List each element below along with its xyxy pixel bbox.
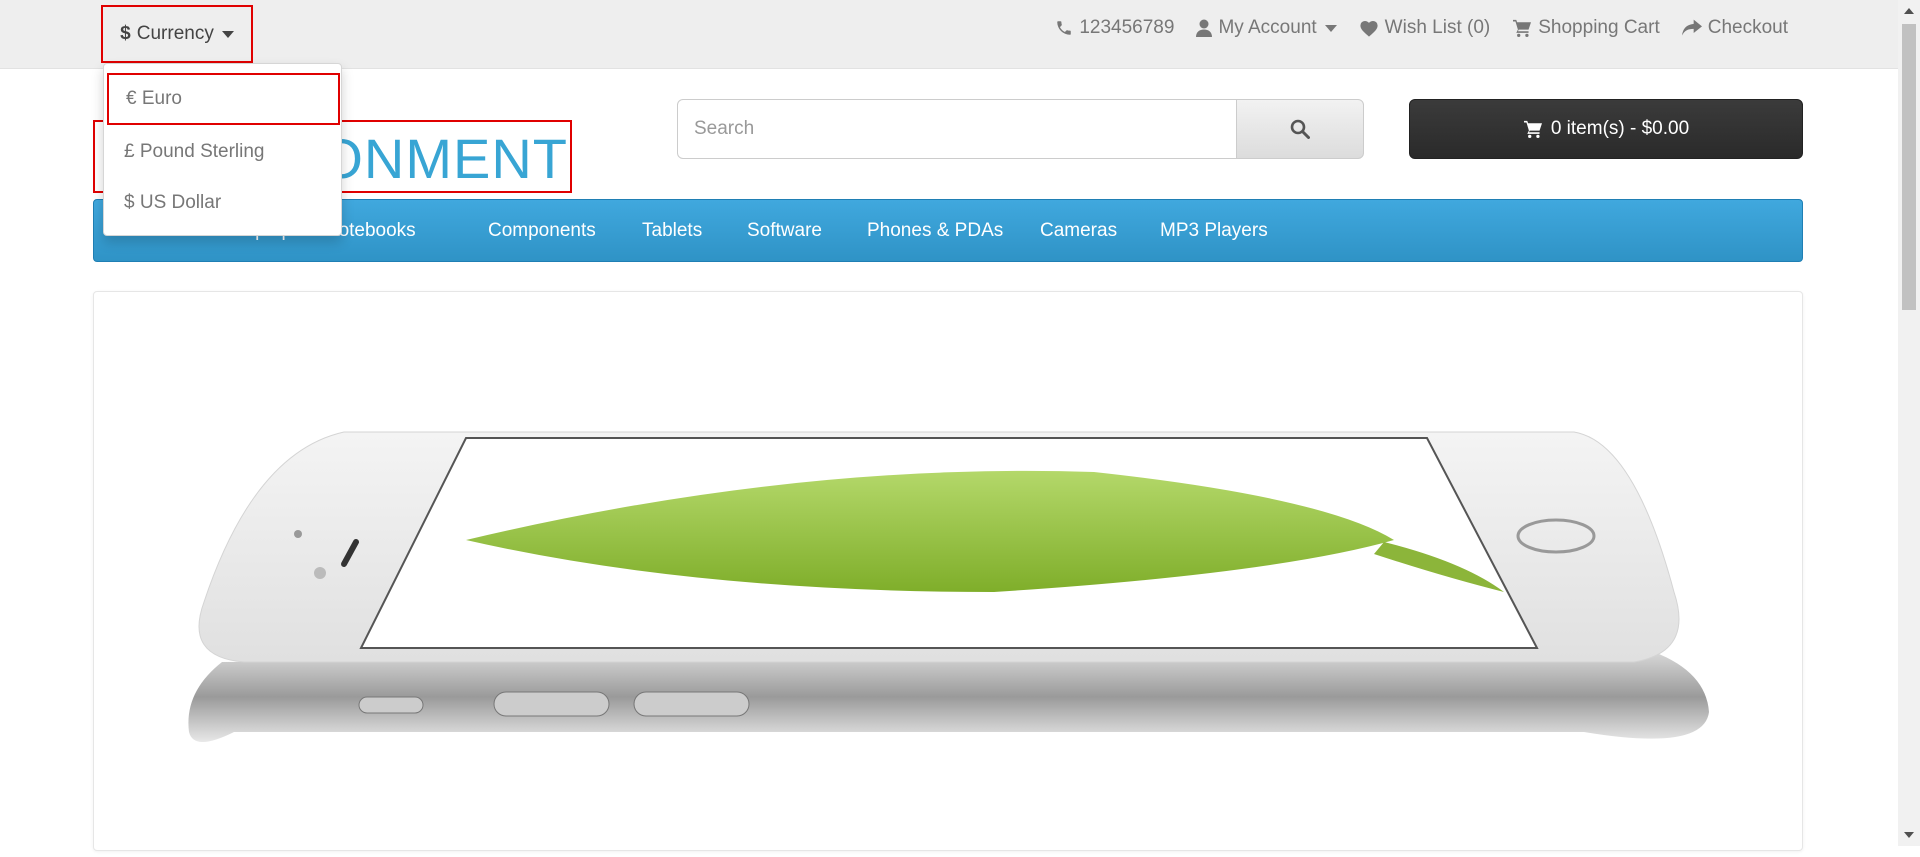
currency-option-euro[interactable]: € Euro [107, 73, 340, 125]
wish-list-link[interactable]: Wish List (0) [1359, 17, 1491, 39]
nav-item-software[interactable]: Software [747, 220, 822, 242]
phone-icon [1057, 21, 1072, 35]
nav-item-mp3-players[interactable]: MP3 Players [1160, 220, 1268, 242]
currency-dropdown-button[interactable]: $ Currency [101, 5, 253, 63]
currency-symbol: $ [120, 23, 131, 44]
cart-icon [1513, 19, 1532, 37]
caret-down-icon [221, 30, 234, 38]
vertical-scrollbar[interactable] [1898, 0, 1920, 846]
scrollbar-thumb[interactable] [1902, 24, 1916, 310]
currency-menu: € Euro £ Pound Sterling $ US Dollar [103, 63, 342, 236]
my-account-link[interactable]: My Account [1196, 17, 1337, 39]
search-button[interactable] [1236, 99, 1364, 159]
my-account-label: My Account [1218, 17, 1317, 38]
heart-icon [1360, 21, 1378, 37]
scroll-up-arrow-icon[interactable] [1904, 8, 1914, 14]
scroll-down-arrow-icon[interactable] [1904, 832, 1914, 838]
search-input[interactable]: Search [677, 99, 1237, 159]
nav-item-cameras[interactable]: Cameras [1040, 220, 1117, 242]
nav-item-components[interactable]: Components [488, 220, 596, 242]
iphone-banner-image [188, 431, 1710, 742]
top-bar: $ Currency 123456789 My Account Wish Lis… [0, 0, 1898, 69]
search-icon [1290, 119, 1310, 139]
caret-down-icon [1324, 24, 1337, 32]
cart-summary: 0 item(s) - $0.00 [1550, 118, 1690, 139]
currency-label: Currency [136, 23, 214, 44]
shopping-cart-link[interactable]: Shopping Cart [1512, 17, 1660, 39]
currency-option-us-dollar[interactable]: $ US Dollar [104, 178, 343, 228]
main-nav: Laptops & Notebooks Components Tablets S… [93, 199, 1803, 262]
cart-icon [1523, 120, 1542, 138]
checkout-label: Checkout [1707, 17, 1788, 38]
user-icon [1196, 19, 1213, 37]
top-links: 123456789 My Account Wish List (0) Shopp… [1055, 17, 1788, 39]
nav-item-phones-pdas[interactable]: Phones & PDAs [867, 220, 1003, 242]
slideshow[interactable] [93, 291, 1803, 851]
cart-button[interactable]: 0 item(s) - $0.00 [1409, 99, 1803, 159]
phone-link[interactable]: 123456789 [1055, 17, 1174, 39]
currency-option-pound-sterling[interactable]: £ Pound Sterling [104, 127, 343, 177]
shopping-cart-label: Shopping Cart [1538, 17, 1660, 38]
wish-list-label: Wish List (0) [1384, 17, 1491, 38]
phone-number: 123456789 [1079, 17, 1175, 38]
checkout-link[interactable]: Checkout [1681, 17, 1788, 39]
search-placeholder: Search [694, 118, 755, 139]
share-icon [1681, 19, 1702, 36]
nav-item-tablets[interactable]: Tablets [642, 220, 702, 242]
